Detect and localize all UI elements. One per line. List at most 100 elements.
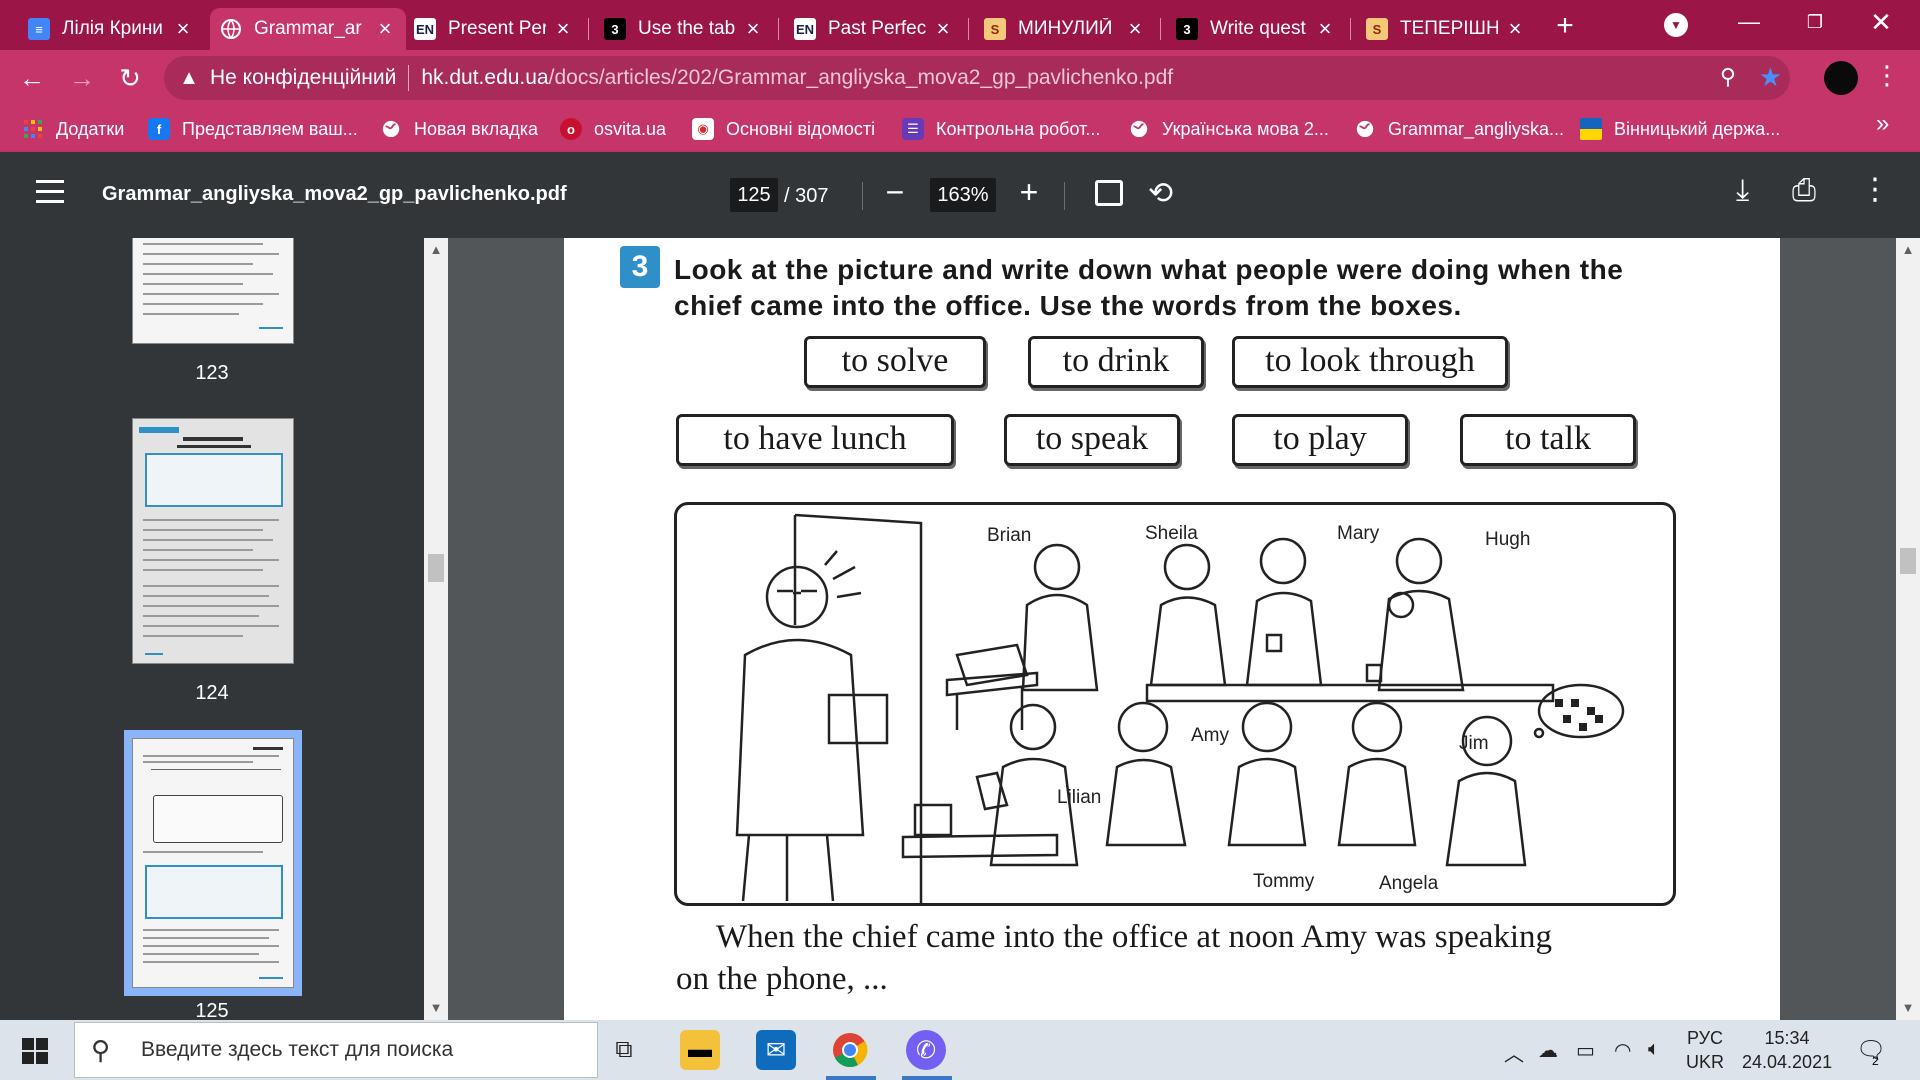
bookmark-star-icon[interactable]: ★ xyxy=(1759,62,1782,93)
tab-grammar[interactable]: Grammar_ar × xyxy=(210,8,406,50)
scroll-down-icon[interactable]: ▼ xyxy=(1896,1000,1920,1015)
bookmark-ukr-mova[interactable]: Українська мова 2... xyxy=(1128,115,1329,143)
zoom-level-input[interactable]: 163% xyxy=(930,178,996,212)
input-language[interactable]: РУС UKR xyxy=(1686,1026,1724,1074)
thumbnail-page-123[interactable] xyxy=(132,238,294,344)
warning-icon[interactable]: ▲ xyxy=(178,67,200,90)
bookmark-osnovni[interactable]: ◉ Основні відомості xyxy=(692,115,875,143)
battery-icon[interactable]: ▭ xyxy=(1576,1038,1595,1063)
tab-teperishnii[interactable]: S ТЕПЕРІШНІ × xyxy=(1356,8,1536,50)
keyboard-layout: UKR xyxy=(1686,1052,1725,1072)
scroll-up-icon[interactable]: ▲ xyxy=(424,242,448,257)
thumbnail-page-125[interactable] xyxy=(124,730,302,996)
tab-title: МИНУЛИЙ xyxy=(1018,18,1113,39)
chrome-icon[interactable] xyxy=(830,1030,870,1070)
bookmark-vinnytskyi[interactable]: Вінницький держа... xyxy=(1580,115,1780,143)
thumbnail-number: 125 xyxy=(195,1000,229,1020)
osvita-icon: o xyxy=(560,118,582,140)
answer-line: on the phone, ... xyxy=(676,961,888,997)
en-icon: EN xyxy=(414,18,436,40)
task-view-icon[interactable]: ⧉ xyxy=(604,1030,644,1070)
bookmark-label: Основні відомості xyxy=(726,118,876,139)
search-placeholder: Введите здесь текст для поиска xyxy=(141,1038,454,1061)
zoom-out-button[interactable]: − xyxy=(880,174,910,211)
print-icon[interactable]: ⎙ xyxy=(1792,174,1816,208)
tab-title: Лілія Крини xyxy=(62,18,163,39)
bookmark-label: Представляем ваш... xyxy=(182,118,358,139)
onedrive-icon[interactable]: ☁ xyxy=(1538,1038,1558,1063)
profile-avatar[interactable] xyxy=(1824,61,1858,95)
security-label[interactable]: Не конфіденційний xyxy=(210,66,396,90)
tab-present-perfect[interactable]: EN Present Perf × xyxy=(404,8,584,50)
bookmark-facebook[interactable]: f Представляем ваш... xyxy=(148,115,358,143)
tab-write-questions[interactable]: 3 Write quest × xyxy=(1166,8,1346,50)
tab-separator xyxy=(588,18,589,40)
rotate-icon[interactable]: ⟲ xyxy=(1148,176,1173,211)
file-explorer-icon[interactable]: ▬ xyxy=(680,1030,720,1070)
en-icon: EN xyxy=(794,18,816,40)
close-icon[interactable]: × xyxy=(1504,16,1526,42)
tab-search-dropdown-icon[interactable]: ▼ xyxy=(1664,13,1688,37)
thumbnail-page-124[interactable] xyxy=(132,418,294,664)
close-icon[interactable]: × xyxy=(1124,16,1146,42)
bookmark-osvita[interactable]: o osvita.ua xyxy=(560,115,666,143)
scroll-up-icon[interactable]: ▲ xyxy=(1896,242,1920,257)
bookmark-new-tab[interactable]: Новая вкладка xyxy=(380,115,538,143)
viewer-scrollbar[interactable] xyxy=(1896,238,1920,1020)
tab-title: Grammar_ar xyxy=(254,18,362,39)
restore-button[interactable]: ❐ xyxy=(1786,0,1844,44)
volume-icon[interactable]: 🔈︎ xyxy=(1648,1038,1660,1061)
close-icon[interactable]: × xyxy=(374,16,396,42)
tab-lilia[interactable]: ≡ Лілія Крини × xyxy=(18,8,204,50)
viber-icon[interactable]: ✆ xyxy=(906,1030,946,1070)
sidebar-scrollbar[interactable] xyxy=(424,238,448,1020)
close-icon[interactable]: × xyxy=(172,16,194,42)
more-options-icon[interactable]: ⋮ xyxy=(1860,172,1890,207)
viewer-scroll-thumb[interactable] xyxy=(1900,548,1916,574)
tab-mynulyi[interactable]: S МИНУЛИЙ × xyxy=(974,8,1156,50)
sidebar-scroll-thumb[interactable] xyxy=(428,554,444,582)
tab-use-the-table[interactable]: 3 Use the tabl × xyxy=(594,8,774,50)
bookmark-apps[interactable]: Додатки xyxy=(22,115,124,143)
person-label: Brian xyxy=(987,525,1032,546)
search-icon: ⚲ xyxy=(91,1034,111,1065)
system-clock[interactable]: 15:34 24.04.2021 xyxy=(1742,1026,1832,1074)
zoom-in-button[interactable]: + xyxy=(1014,174,1044,211)
close-icon[interactable]: × xyxy=(742,16,764,42)
page-number-input[interactable]: 125 xyxy=(730,178,778,212)
tab-past-perfect[interactable]: EN Past Perfect × xyxy=(784,8,964,50)
forward-button[interactable]: → xyxy=(64,60,100,96)
download-icon[interactable]: ⤓ xyxy=(1736,174,1749,208)
zoom-icon[interactable]: ⚲ xyxy=(1720,64,1736,90)
mail-icon[interactable]: ✉ xyxy=(756,1030,796,1070)
answer-line: When the chief came into the office at n… xyxy=(716,919,1553,955)
fit-to-page-icon[interactable] xyxy=(1095,180,1123,206)
bookmark-grammar[interactable]: Grammar_angliyska... xyxy=(1354,115,1564,143)
taskbar-search-input[interactable]: ⚲ Введите здесь текст для поиска xyxy=(74,1022,598,1078)
chrome-menu-icon[interactable]: ⋮ xyxy=(1874,60,1900,91)
word-box: to solve xyxy=(804,336,986,388)
scroll-down-icon[interactable]: ▼ xyxy=(424,1000,448,1015)
bookmark-kontrolna[interactable]: ☰ Контрольна робот... xyxy=(902,115,1100,143)
apps-grid-icon xyxy=(22,118,44,140)
close-icon[interactable]: × xyxy=(552,16,574,42)
minimize-button[interactable]: — xyxy=(1720,0,1778,44)
reload-button[interactable]: ↻ xyxy=(112,60,148,96)
wifi-icon[interactable]: ◠ xyxy=(1614,1038,1631,1063)
close-icon[interactable]: × xyxy=(1314,16,1336,42)
person-label: Sheila xyxy=(1145,523,1198,544)
show-hidden-icons[interactable]: ︿ xyxy=(1504,1038,1524,1067)
pdf-sidebar-menu-icon[interactable] xyxy=(36,180,64,204)
bookmark-label: Контрольна робот... xyxy=(936,118,1101,139)
address-bar[interactable]: ▲ Не конфіденційний hk.dut.edu.ua/docs/a… xyxy=(164,56,1790,100)
close-icon[interactable]: × xyxy=(932,16,954,42)
bookmarks-overflow-button[interactable]: » xyxy=(1876,110,1889,138)
url-path: /docs/articles/202/Grammar_angliyska_mov… xyxy=(548,66,1174,89)
word-box: to play xyxy=(1232,414,1408,466)
window-close-button[interactable]: ✕ xyxy=(1852,0,1910,44)
three-icon: 3 xyxy=(1176,18,1198,40)
windows-start-button[interactable] xyxy=(22,1038,48,1064)
new-tab-button[interactable]: + xyxy=(1548,10,1582,44)
back-button[interactable]: ← xyxy=(14,60,50,96)
person-label: Lilian xyxy=(1057,787,1102,808)
